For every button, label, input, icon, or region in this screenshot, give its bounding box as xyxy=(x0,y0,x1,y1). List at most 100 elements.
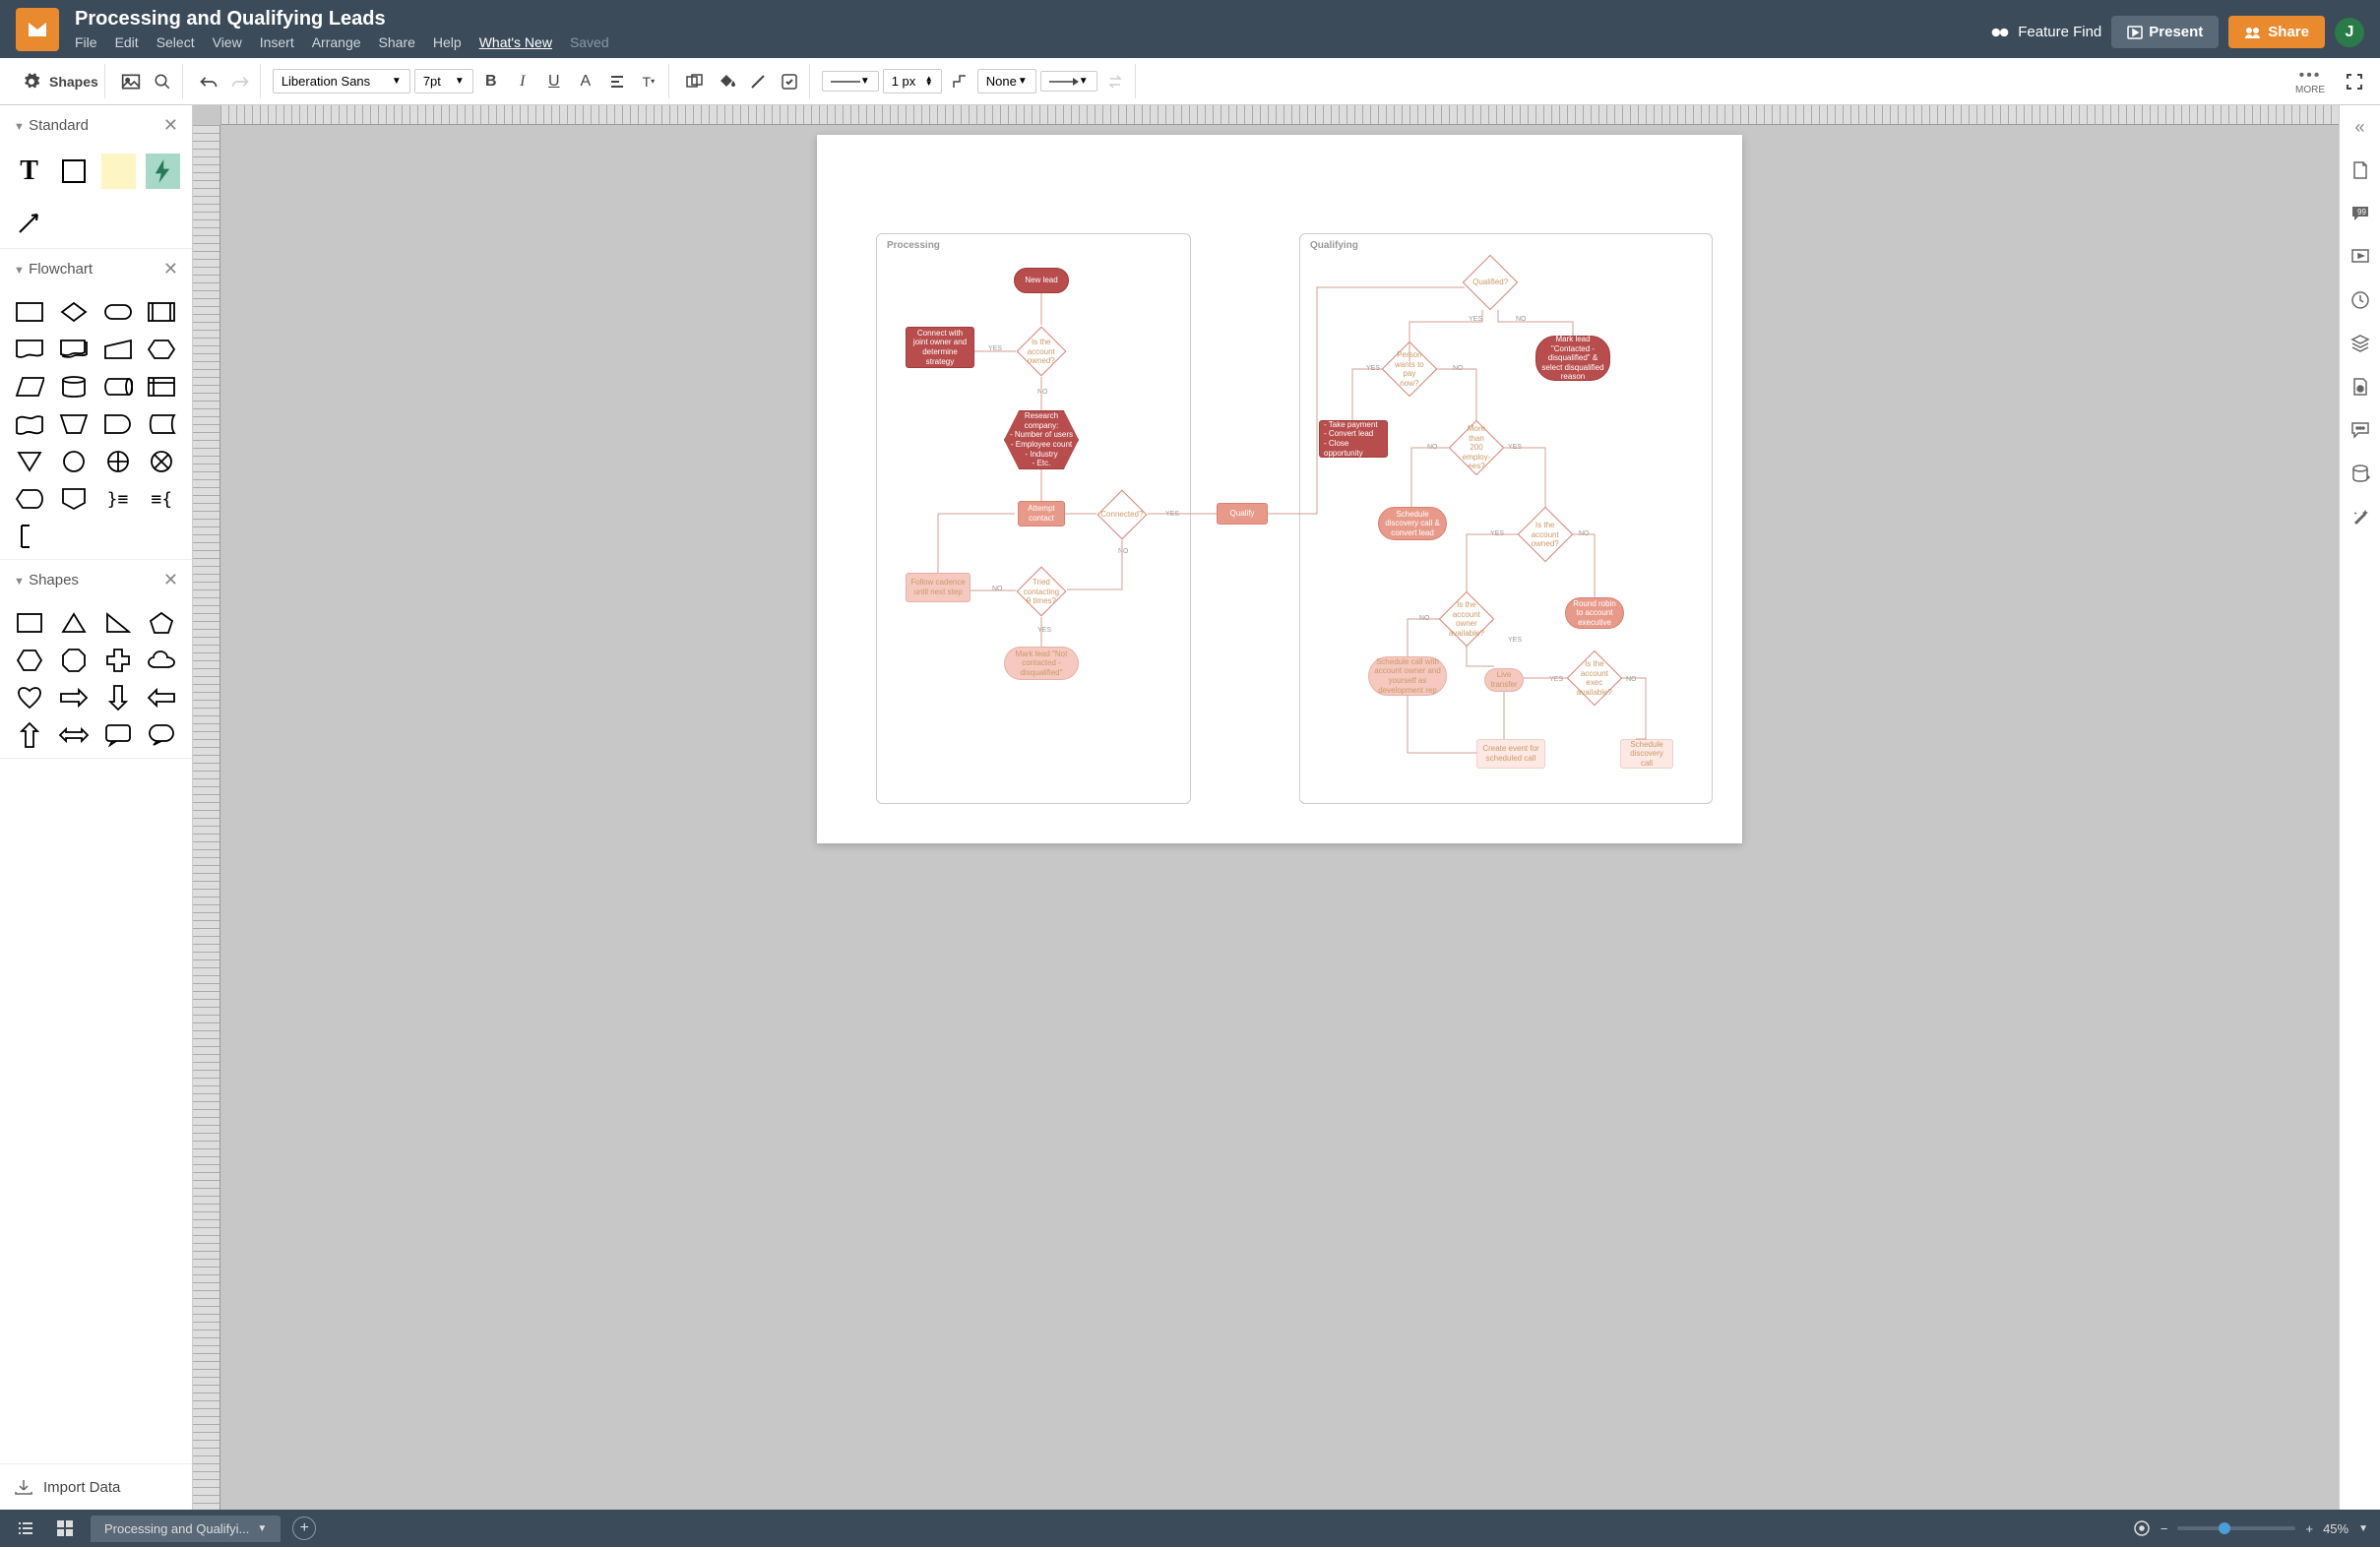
fc-bracket2[interactable]: ≡{ xyxy=(144,484,179,514)
sh-arrowleft[interactable] xyxy=(144,683,179,712)
fc-manualop[interactable] xyxy=(56,409,92,439)
border-icon[interactable] xyxy=(744,68,772,95)
panel-shapes-header[interactable]: ▼ Shapes ✕ xyxy=(0,560,192,600)
textcolor-icon[interactable]: A xyxy=(572,68,599,95)
sh-righttri[interactable] xyxy=(100,608,136,638)
italic-icon[interactable]: I xyxy=(509,68,536,95)
zoom-level[interactable]: 45% xyxy=(2323,1521,2349,1536)
canvas[interactable]: Processing Qualifying New lead Is the ac… xyxy=(220,125,2339,1510)
node-disqualified[interactable]: Mark lead "Contacted - disqualified" & s… xyxy=(1535,336,1610,381)
sh-arrowright[interactable] xyxy=(56,683,92,712)
fill-icon[interactable] xyxy=(713,68,740,95)
sh-rect[interactable] xyxy=(12,608,47,638)
search-icon[interactable] xyxy=(149,68,176,95)
more-button[interactable]: ••• MORE xyxy=(2295,67,2325,95)
zoom-in[interactable]: + xyxy=(2305,1521,2313,1536)
sticky-shape[interactable] xyxy=(101,154,136,189)
settings-icon[interactable] xyxy=(18,68,45,95)
node-new-lead[interactable]: New lead xyxy=(1014,268,1069,293)
sh-triangle[interactable] xyxy=(56,608,92,638)
linestyle-select[interactable]: ▼ xyxy=(822,71,879,92)
sh-arrowdown[interactable] xyxy=(100,683,136,712)
menu-view[interactable]: View xyxy=(213,34,242,50)
fc-connector[interactable] xyxy=(56,447,92,476)
sh-cross[interactable] xyxy=(100,646,136,675)
sh-hexagon[interactable] xyxy=(12,646,47,675)
menu-edit[interactable]: Edit xyxy=(115,34,139,50)
arrow-shape[interactable] xyxy=(12,205,47,240)
menu-insert[interactable]: Insert xyxy=(260,34,294,50)
share-button[interactable]: Share xyxy=(2228,16,2325,48)
collapse-icon[interactable]: « xyxy=(2354,117,2364,138)
fontsize-select[interactable]: 7pt▼ xyxy=(414,69,473,93)
node-schedule-disc2[interactable]: Schedule discovery call xyxy=(1620,739,1673,769)
target-icon[interactable] xyxy=(2133,1519,2151,1537)
menu-share[interactable]: Share xyxy=(379,34,415,50)
bolt-shape[interactable] xyxy=(146,154,180,189)
magic-icon[interactable] xyxy=(2349,506,2371,527)
shapes-label[interactable]: Shapes xyxy=(49,74,98,90)
fc-process[interactable] xyxy=(12,297,47,327)
fc-offpage[interactable] xyxy=(56,484,92,514)
sh-cloud[interactable] xyxy=(144,646,179,675)
fc-bracket[interactable]: }≡ xyxy=(100,484,136,514)
font-select[interactable]: Liberation Sans▼ xyxy=(273,69,410,93)
fc-data[interactable] xyxy=(12,372,47,402)
linewidth-select[interactable]: 1 px▲▼ xyxy=(883,69,942,93)
menu-file[interactable]: File xyxy=(75,34,97,50)
fc-directdata[interactable] xyxy=(100,372,136,402)
page[interactable]: Processing Qualifying New lead Is the ac… xyxy=(817,135,1742,843)
sh-doublearrow[interactable] xyxy=(56,720,92,750)
node-research[interactable]: Research company: - Number of users - Em… xyxy=(1004,410,1079,469)
fc-document[interactable] xyxy=(12,335,47,364)
undo-icon[interactable] xyxy=(195,68,222,95)
layers-icon[interactable] xyxy=(2349,333,2371,354)
image-icon[interactable] xyxy=(117,68,145,95)
node-connect-owner[interactable]: Connect with joint owner and determine s… xyxy=(906,327,974,368)
lineshape-icon[interactable] xyxy=(946,68,973,95)
fc-junction[interactable] xyxy=(144,447,179,476)
fc-merge[interactable] xyxy=(12,447,47,476)
swap-icon[interactable] xyxy=(1101,68,1129,95)
fc-terminator[interactable] xyxy=(100,297,136,327)
zoom-out[interactable]: − xyxy=(2161,1521,2168,1536)
sh-callout[interactable] xyxy=(100,720,136,750)
menu-whatsnew[interactable]: What's New xyxy=(479,34,552,50)
zoom-slider[interactable] xyxy=(2177,1526,2295,1530)
fc-note[interactable] xyxy=(12,522,47,551)
menu-arrange[interactable]: Arrange xyxy=(312,34,361,50)
panel-flowchart-header[interactable]: ▼ Flowchart ✕ xyxy=(0,249,192,289)
node-live-transfer[interactable]: Live transfer xyxy=(1484,668,1524,692)
comments-icon[interactable]: 99 xyxy=(2349,203,2371,224)
sh-pentagon[interactable] xyxy=(144,608,179,638)
node-attempt[interactable]: Attempt contact xyxy=(1018,501,1065,526)
menu-help[interactable]: Help xyxy=(433,34,462,50)
add-page-button[interactable]: + xyxy=(292,1516,316,1540)
close-icon[interactable]: ✕ xyxy=(163,115,178,136)
user-avatar[interactable]: J xyxy=(2335,18,2364,47)
document-title[interactable]: Processing and Qualifying Leads xyxy=(75,8,1974,31)
page-tab[interactable]: Processing and Qualifyi...▼ xyxy=(91,1516,281,1542)
fc-decision[interactable] xyxy=(56,297,92,327)
sh-arrowup[interactable] xyxy=(12,720,47,750)
align-icon[interactable] xyxy=(603,68,631,95)
node-round-robin[interactable]: Round robin to account executive xyxy=(1565,597,1624,629)
pages-icon[interactable] xyxy=(2349,159,2371,181)
fc-database[interactable] xyxy=(56,372,92,402)
feature-find[interactable]: Feature Find xyxy=(1990,24,2101,40)
arrowstart-select[interactable]: None▼ xyxy=(977,69,1036,93)
node-schedule-discovery[interactable]: Schedule discovery call & convert lead xyxy=(1378,507,1447,540)
grid-icon[interactable] xyxy=(51,1515,79,1542)
rect-shape[interactable] xyxy=(56,154,91,189)
fc-storeddata[interactable] xyxy=(144,409,179,439)
theme-icon[interactable] xyxy=(2349,376,2371,398)
node-schedule-owner[interactable]: Schedule call with account owner and you… xyxy=(1368,656,1447,696)
presentation-icon[interactable] xyxy=(2349,246,2371,268)
fc-internal[interactable] xyxy=(144,372,179,402)
present-button[interactable]: Present xyxy=(2111,16,2219,48)
close-icon[interactable]: ✕ xyxy=(163,259,178,279)
sh-callout2[interactable] xyxy=(144,720,179,750)
bold-icon[interactable]: B xyxy=(477,68,505,95)
underline-icon[interactable]: U xyxy=(540,68,568,95)
node-qualify[interactable]: Qualify xyxy=(1217,503,1268,525)
